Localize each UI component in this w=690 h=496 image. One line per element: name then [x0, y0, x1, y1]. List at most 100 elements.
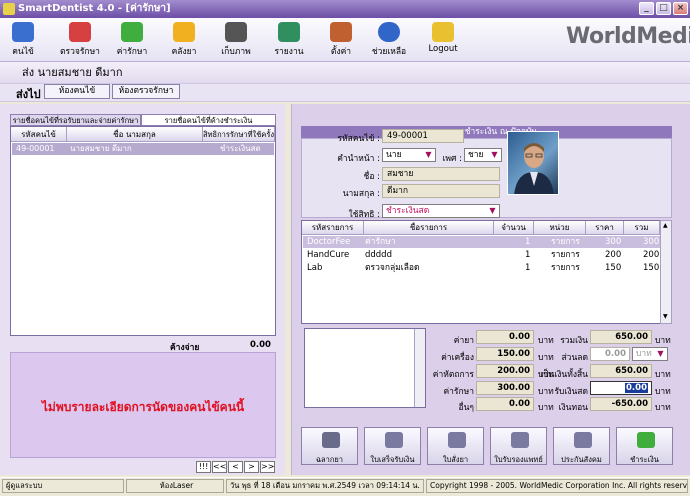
column-header[interactable]: สิทธิการรักษาที่ใช้ครั้งนี้ [203, 127, 275, 154]
camera-icon [225, 22, 247, 42]
column-header[interactable]: จำนวน [494, 221, 534, 235]
send-to-exam-room-button[interactable]: ห้องตรวจรักษา [112, 84, 180, 99]
insurance-icon [574, 432, 592, 448]
tab-outstanding-patients[interactable]: รายชื่อคนไข้ที่ค้างชำระเงิน [141, 114, 276, 126]
outstanding-total: ค้างจ่าย 0.00 [10, 337, 276, 353]
column-header[interactable]: ชื่อ นามสกุล [67, 127, 203, 142]
pager-first-button[interactable]: !!! [196, 461, 211, 473]
toolbar-settings-button[interactable]: ตั้งค่า [318, 20, 364, 60]
tools-icon [330, 22, 352, 42]
pager-prev-button[interactable]: < [228, 461, 243, 473]
no-appointment-message: ไม่พบรายละเอียดการนัดของคนไข้คนนี้ [41, 400, 245, 414]
discount-unit-select[interactable]: บาท ▼ [632, 347, 668, 361]
report-icon [278, 22, 300, 42]
print-medical-certificate-button[interactable]: ใบรับรองแพทย์ [490, 427, 547, 465]
procedure-cost-field: 200.00 [476, 364, 534, 378]
tool-cost-field: 150.00 [476, 347, 534, 361]
change-field: -650.00 [590, 397, 652, 411]
prefix-select[interactable]: นาย ▼ [382, 148, 436, 162]
patient-right-cell: ชำระเงินสด [220, 144, 261, 153]
toolbar-help-button[interactable]: ช่วยเหลือ [366, 20, 412, 60]
net-total-label: เป็นเงินทั้งสิ้น [540, 370, 588, 380]
app-icon [3, 3, 15, 15]
sex-select[interactable]: ชาย ▼ [464, 148, 502, 162]
table-row[interactable]: 49-00001 นายสมชาย ดีมาก ชำระเงินสด [12, 143, 274, 155]
pay-button[interactable]: ชำระเงิน [616, 427, 673, 465]
drug-cost-field: 0.00 [476, 330, 534, 344]
patient-portrait [514, 143, 554, 194]
money-icon [121, 22, 143, 42]
drug-cost-label: ค่ายา [453, 336, 474, 346]
chevron-down-icon: ▼ [655, 349, 666, 359]
toolbar-exam-button[interactable]: ตรวจรักษา [57, 20, 103, 60]
column-header[interactable]: ชื่อรายการ [364, 221, 494, 235]
certificate-icon [511, 432, 529, 448]
toolbar-patients-button[interactable]: คนไข้ [0, 20, 46, 60]
toolbar-pharmacy-button[interactable]: คลังยา [161, 20, 207, 60]
pill-icon [173, 22, 195, 42]
name-field: สมชาย [382, 167, 500, 181]
print-receipt-button[interactable]: ใบเสร็จรับเงิน [364, 427, 421, 465]
hn-field: 49-00001 [382, 129, 464, 143]
prescription-icon [448, 432, 466, 448]
pager-next-button[interactable]: > [244, 461, 259, 473]
other-cost-field: 0.00 [476, 397, 534, 411]
sex-label: เพศ : [442, 154, 462, 164]
surname-label: นามสกุล : [342, 189, 380, 199]
toolbar-logout-button[interactable]: Logout [420, 20, 466, 60]
chevron-down-icon: ▼ [423, 150, 434, 160]
billing-table: รหัสรายการ ชื่อรายการ จำนวน หน่วย ราคา ร… [301, 220, 661, 324]
pager-fast-back-button[interactable]: << [212, 461, 227, 473]
scroll-down-icon[interactable]: ▼ [663, 313, 668, 320]
tab-waiting-patients[interactable]: รายชื่อคนไข้ที่รอรับยาและจ่ายค่ารักษา [10, 114, 141, 126]
status-copyright: Copyright 1998 - 2005. WorldMedic Corpor… [426, 479, 688, 493]
column-header[interactable]: หน่วย [534, 221, 586, 235]
maximize-button[interactable]: □ [656, 2, 671, 15]
window-title: SmartDentist 4.0 - [ค่ารักษา] [18, 3, 171, 14]
pager-last-button[interactable]: >> [260, 461, 275, 473]
unit-label: บาท [655, 403, 671, 413]
close-button[interactable]: × [673, 2, 688, 15]
social-security-button[interactable]: ประกันสังคม [553, 427, 610, 465]
column-header[interactable]: รวม [624, 221, 660, 235]
users-icon [12, 22, 34, 42]
toolbar-camera-button[interactable]: เก็บภาพ [213, 20, 259, 60]
scroll-up-icon[interactable]: ▲ [663, 222, 668, 229]
toolbar-billing-button[interactable]: ค่ารักษา [109, 20, 155, 60]
prefix-label: คำนำหน้า : [337, 154, 380, 164]
billing-scrollbar[interactable]: ▲ ▼ [660, 220, 672, 324]
patient-id-cell: 49-00001 [16, 144, 55, 153]
page-title: ส่ง นายสมชาย ดีมาก [0, 62, 690, 84]
discount-input[interactable]: 0.00 [590, 347, 630, 361]
column-header[interactable]: รหัสรายการ [302, 221, 364, 235]
treatment-fee-label: ค่ารักษา [443, 387, 474, 397]
memo-textarea[interactable] [304, 328, 426, 408]
status-datetime: วัน พุธ ที่ 18 เดือน มกราคม พ.ศ.2549 เวล… [226, 479, 424, 493]
memo-scrollbar[interactable] [414, 329, 425, 407]
toolbar-report-button[interactable]: รายงาน [266, 20, 312, 60]
title-bar: SmartDentist 4.0 - [ค่ารักษา] _ □ × [0, 0, 690, 18]
column-header[interactable]: ราคา [586, 221, 624, 235]
print-prescription-button[interactable]: ใบสั่งยา [427, 427, 484, 465]
minimize-button[interactable]: _ [639, 2, 654, 15]
table-row[interactable]: HandCure ddddd 1 รายการ 200 200 [303, 249, 660, 261]
unit-label: บาท [655, 370, 671, 380]
stethoscope-icon [69, 22, 91, 42]
chevron-down-icon: ▼ [489, 150, 500, 160]
name-label: ชื่อ : [363, 172, 380, 182]
other-cost-label: อื่นๆ [458, 403, 474, 413]
procedure-cost-label: ค่าหัตถการ [432, 370, 474, 380]
surname-field: ดีมาก [382, 184, 500, 198]
status-user: ผู้ดูแลระบบ [2, 479, 124, 493]
column-header[interactable]: รหัสคนไข้ [11, 127, 67, 142]
discount-label: ส่วนลด [561, 353, 588, 363]
table-row[interactable]: DoctorFee ค่ารักษา 1 รายการ 300 300 [303, 236, 660, 248]
table-row[interactable]: Lab ตรวจกลุ่มเลือด 1 รายการ 150 150 [303, 262, 660, 274]
print-drug-label-button[interactable]: ฉลากยา [301, 427, 358, 465]
receipt-icon [385, 432, 403, 448]
cash-received-input[interactable]: 0.00 [590, 381, 652, 395]
right-select[interactable]: ชำระเงินสด ▼ [382, 204, 500, 218]
send-to-patient-room-button[interactable]: ห้องคนไข้ [44, 84, 110, 99]
send-to-label: ส่งไป [16, 88, 41, 101]
help-icon [378, 22, 400, 42]
